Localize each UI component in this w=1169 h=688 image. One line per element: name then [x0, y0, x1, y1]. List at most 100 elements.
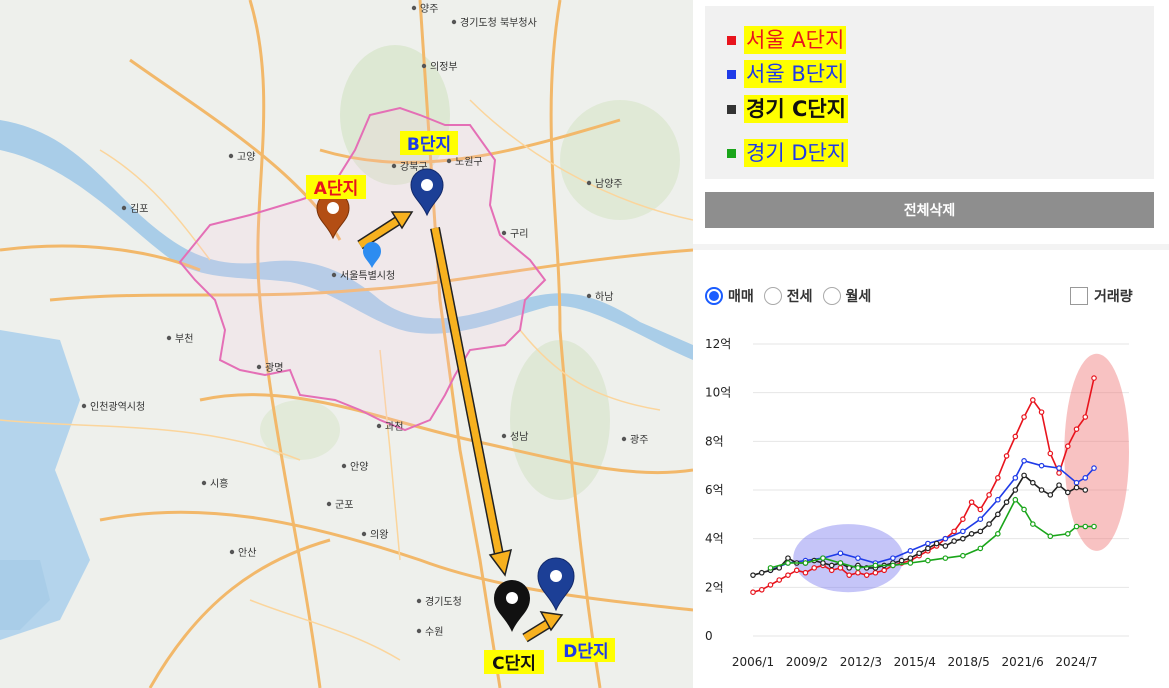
data-point — [802, 569, 809, 576]
legend-swatch-a — [727, 35, 736, 45]
data-point — [925, 540, 931, 547]
data-point — [750, 589, 756, 596]
data-point — [758, 586, 765, 593]
data-point — [977, 506, 984, 513]
place-label: 의정부 — [430, 61, 458, 73]
data-point — [1056, 470, 1062, 476]
data-point — [837, 550, 844, 557]
place-label: 인천광역시청 — [90, 401, 145, 413]
place-label: 하남 — [595, 290, 613, 303]
data-point — [942, 543, 949, 549]
place-dot — [256, 364, 262, 370]
label-c: C단지 — [484, 650, 544, 674]
x-tick-label: 2021/6 — [1002, 655, 1044, 669]
radio-monthly-label: 월세 — [845, 289, 872, 305]
volume-toggle[interactable]: 거래량 — [1070, 286, 1133, 306]
svg-text:B단지: B단지 — [407, 135, 451, 155]
place-label: 수원 — [425, 626, 443, 638]
radio-sale[interactable]: 매매 — [705, 286, 754, 306]
data-point — [986, 521, 992, 527]
data-point — [995, 496, 1001, 503]
data-point — [1047, 450, 1054, 457]
place-dot — [586, 180, 592, 186]
x-tick-label: 2015/4 — [894, 655, 936, 669]
legend-item-c[interactable]: 경기 C단지 — [727, 92, 849, 126]
data-point — [1021, 506, 1027, 513]
y-tick-label: 0 — [705, 629, 713, 643]
radio-jeonse[interactable]: 전세 — [763, 286, 813, 306]
section-divider — [693, 244, 1169, 250]
place-label: 광주 — [630, 434, 648, 446]
data-point — [750, 572, 756, 578]
map-panel[interactable]: 양주 경기도청 북부청사 의정부 고양 김포 노원구 강북구 서울특별시청 구리 남양주 하남 부천 인… — [0, 0, 693, 688]
data-point — [1064, 443, 1071, 450]
place-label: 구리 — [510, 228, 528, 240]
svg-text:A단지: A단지 — [314, 179, 358, 199]
y-tick-label: 10억 — [705, 386, 731, 400]
map-canvas[interactable]: 양주경기도청 북부청사의정부고양김포노원구강북구서울특별시청구리남양주하남부천인… — [0, 0, 693, 688]
data-point — [951, 528, 957, 535]
label-d: D단지 — [557, 638, 615, 662]
legend-item-b[interactable]: 서울 B단지 — [727, 57, 847, 91]
radio-monthly-dot[interactable] — [822, 287, 841, 305]
data-point — [1003, 453, 1010, 459]
place-label: 광명 — [265, 362, 283, 374]
place-label: 김포 — [130, 203, 148, 215]
data-point — [1082, 523, 1089, 530]
data-point — [758, 569, 765, 576]
data-point — [1012, 433, 1019, 440]
data-point — [942, 535, 949, 542]
legend-swatch-b — [727, 69, 736, 79]
place-dot — [501, 230, 507, 236]
volume-checkbox[interactable] — [1070, 287, 1088, 305]
place-label: 경기도청 북부청사 — [460, 16, 537, 29]
radio-sale-dot[interactable] — [705, 287, 723, 305]
place-dot — [331, 272, 337, 278]
data-point — [872, 562, 879, 569]
legend-item-d[interactable]: 경기 D단지 — [727, 136, 849, 170]
data-point — [960, 535, 966, 542]
price-chart[interactable]: 0 2억 4억 6억 8억 10억 12억 2006/1 2009/2 2012/3 2015/4 2… — [693, 330, 1169, 680]
data-point — [977, 528, 984, 535]
y-tick-label: 6억 — [705, 483, 724, 497]
x-tick-label: 2006/1 — [732, 655, 774, 669]
data-point — [960, 528, 966, 535]
data-point — [995, 475, 1001, 481]
place-dot — [81, 403, 87, 409]
data-point — [785, 560, 791, 566]
data-point — [1021, 414, 1027, 420]
place-dot — [446, 158, 452, 164]
data-point — [820, 560, 826, 566]
data-point — [828, 567, 835, 574]
place-dot — [391, 163, 397, 169]
data-point — [1038, 409, 1045, 415]
data-point — [1073, 523, 1080, 530]
place-label: 고양 — [237, 151, 255, 163]
place-dot — [121, 205, 127, 211]
data-point — [802, 560, 809, 566]
data-point — [890, 555, 896, 561]
radio-monthly[interactable]: 월세 — [822, 286, 872, 306]
legend-item-a[interactable]: 서울 A단지 — [727, 23, 847, 57]
data-point — [960, 516, 966, 523]
data-point — [776, 577, 783, 583]
data-point — [811, 565, 818, 571]
data-point — [968, 531, 975, 537]
data-point — [907, 555, 914, 561]
highlight-ellipse — [793, 524, 904, 593]
clear-all-button[interactable]: 전체삭제 — [705, 192, 1154, 228]
place-dot — [228, 153, 234, 159]
data-point — [1003, 499, 1010, 505]
data-point — [1012, 496, 1019, 503]
place-label: 군포 — [335, 499, 353, 511]
data-point — [767, 582, 774, 588]
place-label: 시흥 — [210, 477, 228, 490]
radio-jeonse-dot[interactable] — [763, 287, 782, 305]
x-tick-label: 2024/7 — [1055, 655, 1097, 669]
place-label: 서울특별시청 — [340, 270, 395, 282]
data-point — [881, 567, 887, 574]
data-point — [828, 562, 835, 569]
x-tick-label: 2012/3 — [840, 655, 882, 669]
data-point — [907, 560, 914, 566]
place-dot — [341, 463, 347, 469]
